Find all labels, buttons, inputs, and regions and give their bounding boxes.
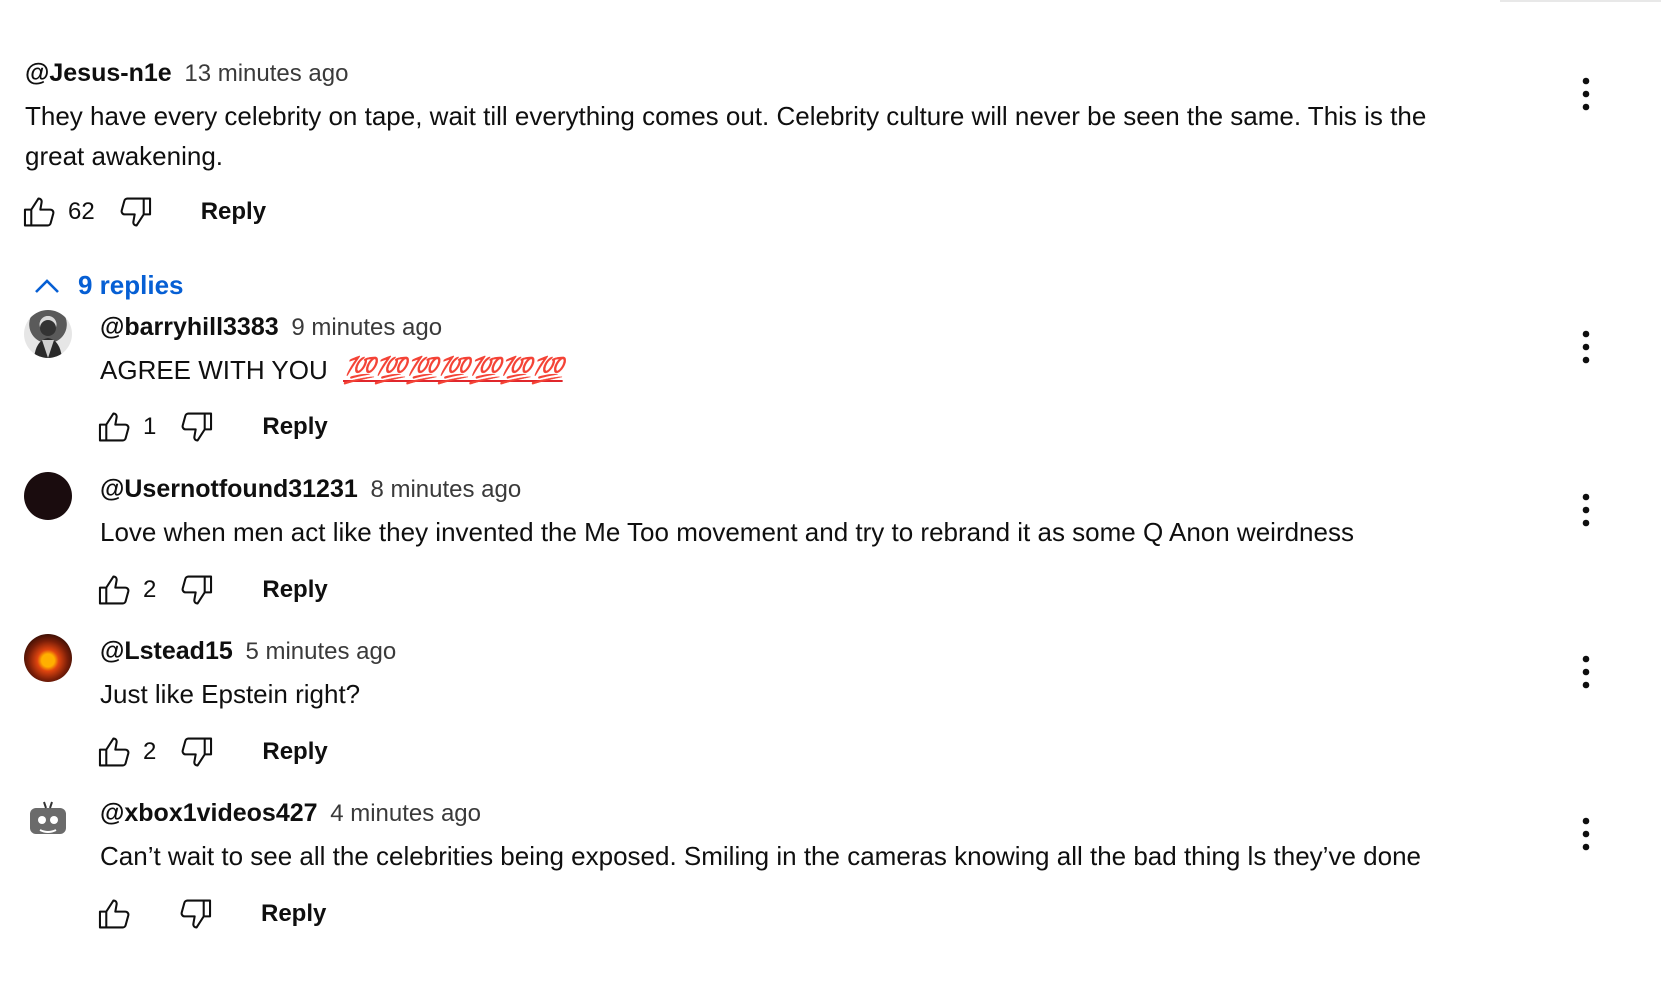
- reply-button[interactable]: Reply: [261, 900, 326, 928]
- comment-header: @Jesus-n1e 13 minutes ago: [25, 58, 348, 89]
- reply-header: @xbox1videos427 4 minutes ago: [100, 798, 481, 829]
- avatar[interactable]: [24, 796, 72, 844]
- reply-time[interactable]: 5 minutes ago: [245, 638, 396, 665]
- comment-actions: 62 Reply: [20, 192, 266, 232]
- like-button[interactable]: [95, 570, 135, 610]
- reply-author[interactable]: @xbox1videos427: [100, 799, 318, 827]
- reply-actions: Reply: [95, 894, 326, 934]
- reply-menu-button[interactable]: [1566, 488, 1606, 532]
- like-count: 2: [143, 738, 157, 765]
- reply-text: Just like Epstein right?: [100, 679, 361, 709]
- like-button[interactable]: [20, 192, 60, 232]
- dislike-button[interactable]: [176, 732, 216, 772]
- reply-text: AGREE WITH YOU: [100, 355, 328, 385]
- reply-menu-button[interactable]: [1566, 325, 1606, 369]
- thumbs-down-icon: [180, 899, 212, 929]
- dislike-button[interactable]: [176, 407, 216, 447]
- reply-author[interactable]: @Lstead15: [100, 637, 233, 665]
- thumbs-up-icon: [23, 197, 55, 227]
- dislike-button[interactable]: [115, 192, 155, 232]
- thumbs-up-icon: [98, 737, 130, 767]
- comment-author[interactable]: @Jesus-n1e: [25, 59, 172, 87]
- reply-time[interactable]: 4 minutes ago: [330, 800, 481, 827]
- replies-toggle[interactable]: 9 replies: [34, 270, 184, 301]
- reply-header: @Lstead15 5 minutes ago: [100, 636, 396, 667]
- comment-text: They have every celebrity on tape, wait …: [25, 101, 1427, 171]
- reply-menu-button[interactable]: [1566, 650, 1606, 694]
- thumbs-down-icon: [181, 737, 213, 767]
- reply-actions: 2 Reply: [95, 570, 328, 610]
- avatar-image: [30, 801, 66, 834]
- like-count: 62: [68, 198, 95, 225]
- thumbs-up-icon: [98, 575, 130, 605]
- reply-button[interactable]: Reply: [262, 413, 327, 441]
- reply-author[interactable]: @barryhill3383: [100, 313, 279, 341]
- dislike-button[interactable]: [175, 894, 215, 934]
- reply-actions: 1 Reply: [95, 407, 328, 447]
- like-button[interactable]: [95, 732, 135, 772]
- avatar[interactable]: [24, 310, 72, 358]
- dislike-button[interactable]: [176, 570, 216, 610]
- more-vert-icon: [1582, 77, 1590, 111]
- reply-button[interactable]: Reply: [262, 738, 327, 766]
- avatar[interactable]: [24, 634, 72, 682]
- more-vert-icon: [1582, 330, 1590, 364]
- reply-header: @Usernotfound31231 8 minutes ago: [100, 474, 521, 505]
- reply-button[interactable]: Reply: [201, 198, 266, 226]
- chevron-up-icon: [35, 278, 59, 293]
- reply-menu-button[interactable]: [1566, 812, 1606, 856]
- hundred-points-emoji: 💯💯💯💯💯💯💯: [343, 355, 564, 385]
- top-divider: [1500, 0, 1661, 2]
- comment-menu-button[interactable]: [1566, 72, 1606, 116]
- avatar-image: [34, 320, 62, 358]
- more-vert-icon: [1582, 817, 1590, 851]
- avatar[interactable]: [24, 472, 72, 520]
- replies-count-label: 9 replies: [78, 270, 184, 300]
- thumbs-down-icon: [181, 575, 213, 605]
- reply-header: @barryhill3383 9 minutes ago: [100, 312, 442, 343]
- more-vert-icon: [1582, 493, 1590, 527]
- like-button[interactable]: [95, 407, 135, 447]
- thumbs-down-icon: [181, 412, 213, 442]
- thumbs-up-icon: [98, 412, 130, 442]
- reply-text: Can’t wait to see all the celebrities be…: [100, 841, 1421, 871]
- thumbs-up-icon: [98, 899, 130, 929]
- reply-actions: 2 Reply: [95, 732, 328, 772]
- reply-text-row: AGREE WITH YOU 💯💯💯💯💯💯💯: [100, 350, 1500, 390]
- reply-time[interactable]: 9 minutes ago: [291, 314, 442, 341]
- like-count: 1: [143, 413, 157, 440]
- reply-button[interactable]: Reply: [262, 576, 327, 604]
- more-vert-icon: [1582, 655, 1590, 689]
- reply-text: Love when men act like they invented the…: [100, 517, 1354, 547]
- reply-author[interactable]: @Usernotfound31231: [100, 475, 358, 503]
- thumbs-down-icon: [120, 197, 151, 227]
- like-button[interactable]: [95, 894, 135, 934]
- reply-time[interactable]: 8 minutes ago: [370, 476, 521, 503]
- comment-time[interactable]: 13 minutes ago: [184, 60, 348, 87]
- like-count: 2: [143, 576, 157, 603]
